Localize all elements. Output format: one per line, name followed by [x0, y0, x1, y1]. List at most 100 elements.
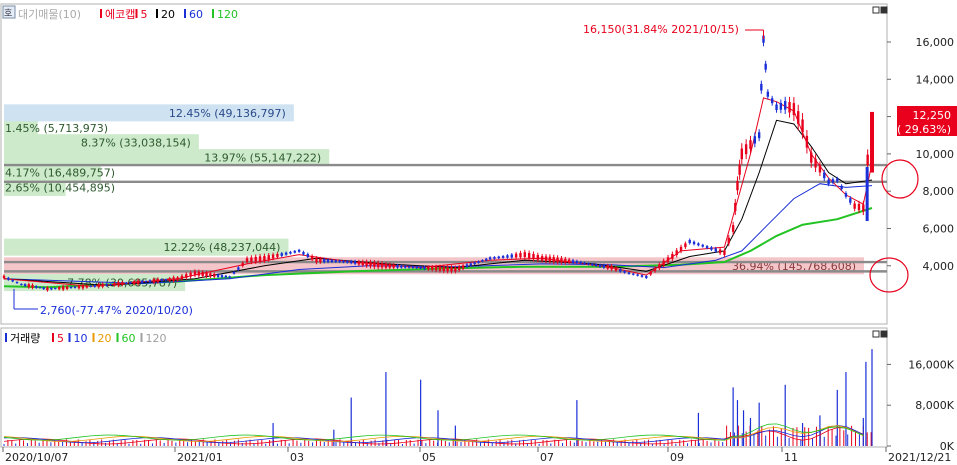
candle-body [766, 91, 770, 97]
candle-body [350, 260, 353, 264]
candle-body [473, 262, 476, 265]
candle-body [662, 260, 665, 266]
candle-body [209, 273, 212, 277]
candle-body [330, 259, 334, 263]
legend-swatch [5, 333, 7, 342]
candle-body [446, 266, 449, 272]
legend-prefix: 대기매물(10) [18, 8, 81, 21]
candle-body [481, 260, 484, 262]
volume-close-button[interactable] [880, 330, 888, 338]
candle-body [276, 253, 279, 258]
candle-body [701, 244, 704, 247]
candle-body [250, 257, 253, 262]
candle-body [692, 241, 696, 245]
candle-body [164, 279, 167, 281]
candle-body [365, 261, 368, 266]
candle-body [180, 275, 184, 280]
candle-body [627, 272, 631, 274]
candle-body [560, 258, 563, 263]
candle-body [823, 172, 826, 179]
x-tick-label: 07 [540, 451, 554, 464]
candle-body [258, 256, 262, 262]
last-candle [870, 111, 874, 173]
candle-body [193, 271, 197, 276]
x-tick-label: 05 [422, 451, 436, 464]
candle-body [857, 203, 861, 211]
legend-label: 120 [217, 8, 238, 21]
maximize-button[interactable] [872, 6, 880, 14]
candle-body [753, 136, 757, 144]
candle-body [523, 252, 526, 257]
legend-label: 거래량 [10, 332, 40, 345]
candle-body [493, 256, 496, 259]
candle-body [801, 119, 804, 133]
price-legend: 호 대기매물(10) 에코캡 5 20 60 120 [2, 5, 238, 21]
candle-body [734, 203, 737, 212]
legend-label: 20 [161, 8, 175, 21]
candle-body [125, 282, 128, 284]
candle-body [129, 282, 132, 284]
legend-swatch [156, 9, 158, 18]
candle-body [168, 278, 171, 281]
candle-body [109, 284, 112, 286]
candle-body [271, 254, 275, 259]
candle-body [415, 266, 418, 269]
candle-body [411, 266, 415, 268]
candle-body [454, 267, 457, 272]
candle-body [61, 286, 65, 290]
candle-body [284, 252, 288, 255]
candle-body [606, 265, 609, 269]
candle-body [77, 285, 81, 289]
candle-body [744, 144, 748, 155]
candle-body [853, 203, 856, 209]
legend-label: 60 [122, 332, 136, 345]
close-button[interactable] [880, 6, 888, 14]
legend-swatch [92, 333, 95, 342]
candle-body [369, 261, 372, 267]
candle-body [544, 256, 548, 262]
candle-body [485, 258, 488, 261]
volume-profile-label: 8.37% (33,038,154) [81, 137, 191, 150]
candle-body [216, 274, 220, 277]
candle-body [185, 274, 188, 278]
candle-body [675, 250, 678, 256]
candle-body [705, 246, 709, 249]
candle-body [361, 261, 364, 266]
volume-maximize-button[interactable] [872, 330, 880, 338]
candle-body [866, 154, 869, 166]
legend-label: 120 [146, 332, 167, 345]
candle-body [564, 258, 567, 263]
candle-body [338, 260, 341, 263]
candle-body [727, 237, 730, 244]
candle-body [619, 269, 622, 272]
candle-body [50, 287, 53, 290]
candle-body [788, 102, 791, 113]
candle-body [623, 270, 626, 273]
candle-body [784, 101, 787, 110]
candle-body [540, 256, 544, 261]
candle-body [7, 277, 10, 280]
candle-body [133, 281, 136, 285]
candle-body [201, 272, 204, 277]
volume-profile-label: 12.45% (49,136,797) [169, 107, 286, 120]
volume-profile-label: 4.17% (16,489,757) [5, 167, 115, 180]
candle-body [160, 279, 164, 282]
last-price-change: ( 29.63%) [897, 123, 951, 136]
candle-body [396, 265, 399, 268]
candle-body [488, 257, 492, 260]
legend-label: 5 [57, 332, 64, 345]
candle-body [723, 250, 726, 255]
candle-body [342, 260, 345, 263]
candle-body [11, 279, 14, 282]
candle-body [679, 246, 683, 252]
candle-body [101, 283, 104, 287]
candle-body [20, 283, 23, 285]
candle-body [731, 225, 735, 232]
candle-body [81, 285, 85, 289]
candle-body [85, 285, 89, 288]
prev-candle [865, 166, 869, 222]
candle-body [254, 256, 257, 262]
candle-body [176, 277, 179, 281]
candle-body [46, 287, 49, 291]
candle-body [148, 280, 152, 283]
